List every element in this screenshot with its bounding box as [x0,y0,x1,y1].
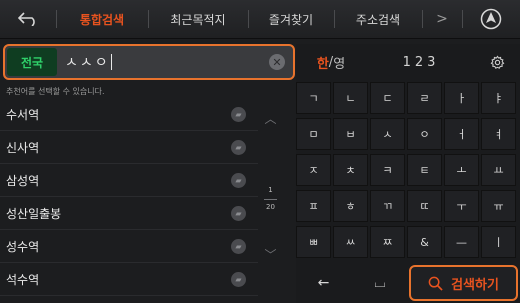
back-arrow-icon [18,12,35,26]
keyboard-mode-row: 한 / 영 123 [296,44,520,80]
key-dash[interactable]: — [444,226,479,258]
top-tab-bar: 통합검색 최근목적지 즐겨찾기 주소검색 > [0,0,520,39]
search-icon [428,276,443,291]
key-tieut[interactable]: ㅌ [407,154,442,186]
key-giyeok[interactable]: ㄱ [296,82,331,114]
more-tabs-button[interactable]: > [422,0,462,38]
suggestion-hint: 추천어를 선택할 수 있습니다. [6,87,105,96]
key-i[interactable]: ㅣ [481,226,516,258]
mode-english-label: 영 [333,56,346,72]
search-field[interactable]: 전국 ㅅㅅㅇ ✕ [3,44,295,80]
key-yu[interactable]: ㅠ [481,190,516,222]
navigation-arrow-icon [480,8,502,30]
key-yo[interactable]: ㅛ [481,154,516,186]
key-rieul[interactable]: ㄹ [407,82,442,114]
list-item-label: 성수역 [6,239,40,254]
location-icon[interactable]: ▰ [231,238,246,254]
back-button[interactable] [0,0,56,38]
key-ssangjieut[interactable]: ㅉ [370,226,405,258]
list-item-label: 석수역 [6,272,40,287]
key-ya[interactable]: ㅑ [481,82,516,114]
key-mieum[interactable]: ㅁ [296,118,331,150]
tab-recent-destinations[interactable]: 최근목적지 [148,0,248,38]
list-item[interactable]: 수서역 ▰ [0,98,258,131]
tab-integrated-search[interactable]: 통합검색 [56,0,148,38]
search-input[interactable]: ㅅㅅㅇ [65,48,255,76]
key-chieut[interactable]: ㅊ [333,154,368,186]
search-button[interactable]: 검색하기 [409,265,518,301]
backspace-key[interactable]: ← [296,267,351,299]
key-o[interactable]: ㅗ [444,154,479,186]
list-item[interactable]: 성산일출봉 ▰ [0,197,258,230]
list-item[interactable]: 삼성역 ▰ [0,164,258,197]
clear-search-button[interactable]: ✕ [269,54,285,70]
location-icon[interactable]: ▰ [231,106,246,122]
key-ssangdigeut[interactable]: ㄸ [407,190,442,222]
tab-favorites[interactable]: 즐겨찾기 [248,0,334,38]
navigation-button[interactable] [462,0,520,38]
location-icon[interactable]: ▰ [231,271,246,287]
page-down-button[interactable]: ﹀ [258,246,283,263]
text-caret [110,54,112,70]
space-key[interactable]: ⌴ [353,267,407,299]
key-siot[interactable]: ㅅ [370,118,405,150]
key-ampersand[interactable]: & [407,226,442,258]
keyboard-settings-button[interactable] [482,44,512,80]
key-ieung[interactable]: ㅇ [407,118,442,150]
key-a[interactable]: ㅏ [444,82,479,114]
page-total: 20 [266,203,275,211]
mode-numbers-button[interactable]: 123 [386,44,456,80]
list-item[interactable]: 석수역 ▰ [0,263,258,296]
korean-keyboard: 한 / 영 123 ㄱ ㄴ ㄷ ㄹ ㅏ ㅑ ㅁ ㅂ ㅅ ㅇ ㅓ ㅕ ㅈ ㅊ ㅋ … [296,44,520,303]
tab-address-search[interactable]: 주소검색 [334,0,422,38]
suggestion-list: 수서역 ▰ 신사역 ▰ 삼성역 ▰ 성산일출봉 ▰ 성수역 ▰ 석수역 ▰ [0,98,258,296]
list-item-label: 신사역 [6,140,40,155]
list-item-label: 삼성역 [6,173,40,188]
location-icon[interactable]: ▰ [231,139,246,155]
mode-korean-label: 한 [316,56,329,72]
key-eo[interactable]: ㅓ [444,118,479,150]
page-up-button[interactable]: ︿ [258,110,283,127]
region-selector[interactable]: 전국 [7,48,57,76]
key-kieuk[interactable]: ㅋ [370,154,405,186]
key-digeut[interactable]: ㄷ [370,82,405,114]
list-item[interactable]: 신사역 ▰ [0,131,258,164]
page-divider [264,199,277,200]
key-jieut[interactable]: ㅈ [296,154,331,186]
location-icon[interactable]: ▰ [231,205,246,221]
key-pieup[interactable]: ㅍ [296,190,331,222]
list-pager: ︿ 1 20 ﹀ [258,98,283,303]
page-current: 1 [268,186,273,194]
search-query-text: ㅅㅅㅇ [65,55,110,71]
key-nieun[interactable]: ㄴ [333,82,368,114]
key-ssanggiyeok[interactable]: ㄲ [370,190,405,222]
search-button-label: 검색하기 [451,277,499,293]
gear-icon [490,55,504,69]
key-hieut[interactable]: ㅎ [333,190,368,222]
list-item[interactable]: 성수역 ▰ [0,230,258,263]
list-item-label: 수서역 [6,107,40,122]
key-u[interactable]: ㅜ [444,190,479,222]
list-item-label: 성산일출봉 [6,206,62,221]
key-ssangsiot[interactable]: ㅆ [333,226,368,258]
mode-korean-english-toggle[interactable]: 한 / 영 [306,44,356,80]
key-yeo[interactable]: ㅕ [481,118,516,150]
location-icon[interactable]: ▰ [231,172,246,188]
key-ssangbieup[interactable]: ㅃ [296,226,331,258]
key-bieup[interactable]: ㅂ [333,118,368,150]
